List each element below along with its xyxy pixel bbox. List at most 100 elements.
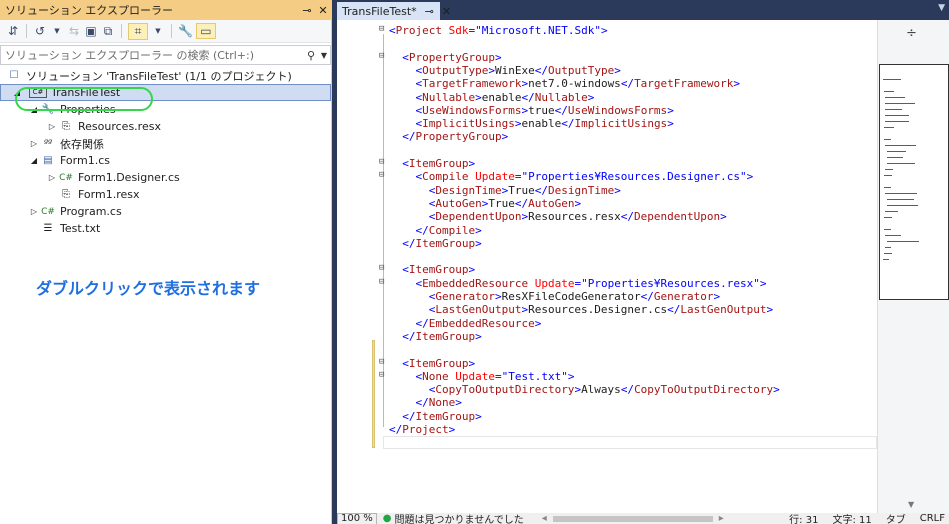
code-line[interactable]: <TargetFramework>net7.0-windows</TargetF… [389, 77, 740, 90]
code-line[interactable]: <Project Sdk="Microsoft.NET.Sdk"> [389, 24, 608, 37]
splitter-icon[interactable]: ÷ [906, 26, 917, 41]
code-line[interactable]: <OutputType>WinExe</OutputType> [389, 64, 620, 77]
properties-wrench-icon[interactable]: 🔧 [178, 24, 193, 38]
code-token: Project [395, 24, 442, 37]
scroll-down-icon[interactable]: ▼ [908, 500, 914, 509]
chevron-down-icon[interactable]: ▼ [318, 51, 330, 60]
solution-icon: ☐ [9, 70, 19, 81]
collapsed-arrow-icon[interactable]: ▷ [28, 207, 40, 216]
scroll-left-icon[interactable]: ◂ [542, 513, 547, 524]
csharp-file-icon: C# [41, 206, 55, 217]
sync-icon[interactable]: ⇵ [6, 24, 20, 38]
issues-status[interactable]: 問題は見つかりませんでした [395, 513, 524, 524]
tree-item-form1-designer[interactable]: ▷ C# Form1.Designer.cs [0, 169, 331, 186]
collapsed-arrow-icon[interactable]: ▷ [46, 122, 58, 131]
expanded-arrow-icon[interactable]: ◢ [28, 156, 40, 165]
code-token: enable [481, 90, 522, 104]
zoom-dropdown[interactable]: 100 % [337, 513, 377, 524]
code-line[interactable]: </EmbeddedResource> [389, 317, 541, 330]
collapsed-arrow-icon[interactable]: ▷ [28, 139, 40, 148]
back-icon[interactable]: ⇆ [67, 24, 81, 38]
code-line[interactable]: <ItemGroup> [389, 263, 475, 276]
code-token: < [389, 117, 423, 131]
fold-toggle-icon[interactable]: ⊟ [379, 370, 384, 380]
fold-toggle-icon[interactable]: ⊟ [379, 51, 384, 61]
code-token: </ [389, 396, 429, 410]
code-line[interactable]: </Compile> [389, 224, 481, 237]
copy-icon[interactable]: ⧉ [101, 24, 115, 39]
chevron-down-icon[interactable]: ▼ [50, 27, 64, 35]
form-icon: ▤ [43, 155, 53, 166]
code-line[interactable]: <Generator>ResXFileCodeGenerator</Genera… [389, 290, 720, 303]
code-line[interactable]: <UseWindowsForms>true</UseWindowsForms> [389, 103, 673, 117]
code-line[interactable]: </None> [389, 396, 461, 410]
scroll-right-icon[interactable]: ▸ [719, 513, 724, 524]
code-line[interactable]: <Nullable>enable</Nullable> [389, 91, 594, 104]
chevron-down-icon[interactable]: ▼ [938, 3, 945, 13]
tree-item-dependencies[interactable]: ▷ ᵍᵍ 依存関係 [0, 135, 331, 152]
preview-icon[interactable]: ▭ [195, 23, 216, 39]
horizontal-scrollbar[interactable] [552, 515, 713, 522]
code-line[interactable]: <DesignTime>True</DesignTime> [389, 184, 621, 197]
code-line[interactable]: <ItemGroup> [389, 357, 475, 370]
code-token: DependentUpon [435, 210, 522, 224]
tree-item-test-txt[interactable]: ☰ Test.txt [0, 220, 331, 237]
fold-toggle-icon[interactable]: ⊟ [379, 263, 384, 273]
pin-icon[interactable]: ⊸ [299, 4, 315, 17]
minimap-viewport[interactable] [879, 64, 949, 300]
fold-toggle-icon[interactable]: ⊟ [379, 277, 384, 287]
minimap-line [885, 235, 901, 236]
code-editor-panel: TransFileTest* ⊸ ✕ ▼ <Project Sdk="Micro… [337, 0, 949, 524]
collapse-all-icon[interactable]: ▣ [84, 24, 98, 38]
code-token: </ [389, 329, 416, 343]
show-all-files-icon[interactable]: ⌗ [128, 22, 148, 40]
eol-indicator[interactable]: CRLF [920, 513, 945, 524]
code-line[interactable]: <LastGenOutput>Resources.Designer.cs</La… [389, 303, 773, 316]
code-token: "Properties¥Resources.resx" [581, 276, 760, 290]
tree-item-resources-resx[interactable]: ▷ ⎘ Resources.resx [0, 118, 331, 135]
code-line[interactable]: <CopyToOutputDirectory>Always</CopyToOut… [389, 383, 780, 396]
solution-search-box[interactable]: ソリューション エクスプローラー の検索 (Ctrl+:) ⚲ ▼ [0, 45, 331, 65]
code-token: Generator [653, 290, 714, 303]
tree-item-form1-cs[interactable]: ◢ ▤ Form1.cs [0, 152, 331, 169]
code-line[interactable]: </ItemGroup> [389, 410, 482, 423]
code-line[interactable]: </ItemGroup> [389, 330, 482, 343]
collapsed-arrow-icon[interactable]: ▷ [46, 173, 58, 182]
tab-indicator[interactable]: タブ [886, 513, 906, 524]
tree-item-solution[interactable]: ☐ ソリューション 'TransFileTest' (1/1 のプロジェクト) [0, 67, 331, 84]
history-icon[interactable]: ↺ [33, 24, 47, 38]
search-input[interactable]: ソリューション エクスプローラー の検索 (Ctrl+:) [5, 47, 304, 63]
minimap-line [885, 97, 905, 98]
tab-transfiletest[interactable]: TransFileTest* ⊸ ✕ [337, 2, 451, 20]
code-token: < [389, 24, 396, 37]
fold-toggle-icon[interactable]: ⊟ [379, 357, 384, 367]
close-icon[interactable]: ✕ [442, 5, 451, 18]
tree-item-form1-resx[interactable]: ⎘ Form1.resx [0, 186, 331, 203]
code-line[interactable]: <ImplicitUsings>enable</ImplicitUsings> [389, 117, 673, 131]
search-icon[interactable]: ⚲ [304, 49, 318, 62]
code-line[interactable]: </Project> [389, 423, 455, 436]
minimap-line [885, 121, 910, 122]
code-minimap[interactable]: ÷ ▼ [877, 20, 949, 513]
code-token: < [389, 369, 423, 383]
fold-toggle-icon[interactable]: ⊟ [379, 157, 384, 167]
close-icon[interactable]: ✕ [315, 4, 331, 17]
tree-item-program-cs[interactable]: ▷ C# Program.cs [0, 203, 331, 220]
fold-toggle-icon[interactable]: ⊟ [379, 170, 384, 180]
chevron-down-icon[interactable]: ▼ [151, 27, 165, 35]
code-line[interactable]: </ItemGroup> [389, 237, 482, 250]
code-line[interactable]: <Compile Update="Properties¥Resources.De… [389, 170, 753, 183]
code-area[interactable]: <Project Sdk="Microsoft.NET.Sdk"> ⊟ <Prop… [337, 20, 877, 513]
code-line[interactable]: <ItemGroup> [389, 157, 475, 170]
code-line[interactable]: <EmbeddedResource Update="Properties¥Res… [389, 276, 766, 290]
pin-icon[interactable]: ⊸ [425, 5, 434, 18]
code-line[interactable]: <DependentUpon>Resources.resx</Dependent… [389, 210, 727, 223]
fold-toggle-icon[interactable]: ⊟ [379, 24, 384, 34]
code-token: > [468, 356, 476, 370]
code-token: </ [554, 103, 568, 117]
code-line[interactable]: </PropertyGroup> [389, 130, 508, 143]
code-line[interactable]: <AutoGen>True</AutoGen> [389, 197, 581, 210]
code-line[interactable]: <PropertyGroup> [389, 51, 501, 64]
code-token: Update [448, 369, 495, 383]
code-line[interactable]: <None Update="Test.txt"> [389, 370, 574, 383]
